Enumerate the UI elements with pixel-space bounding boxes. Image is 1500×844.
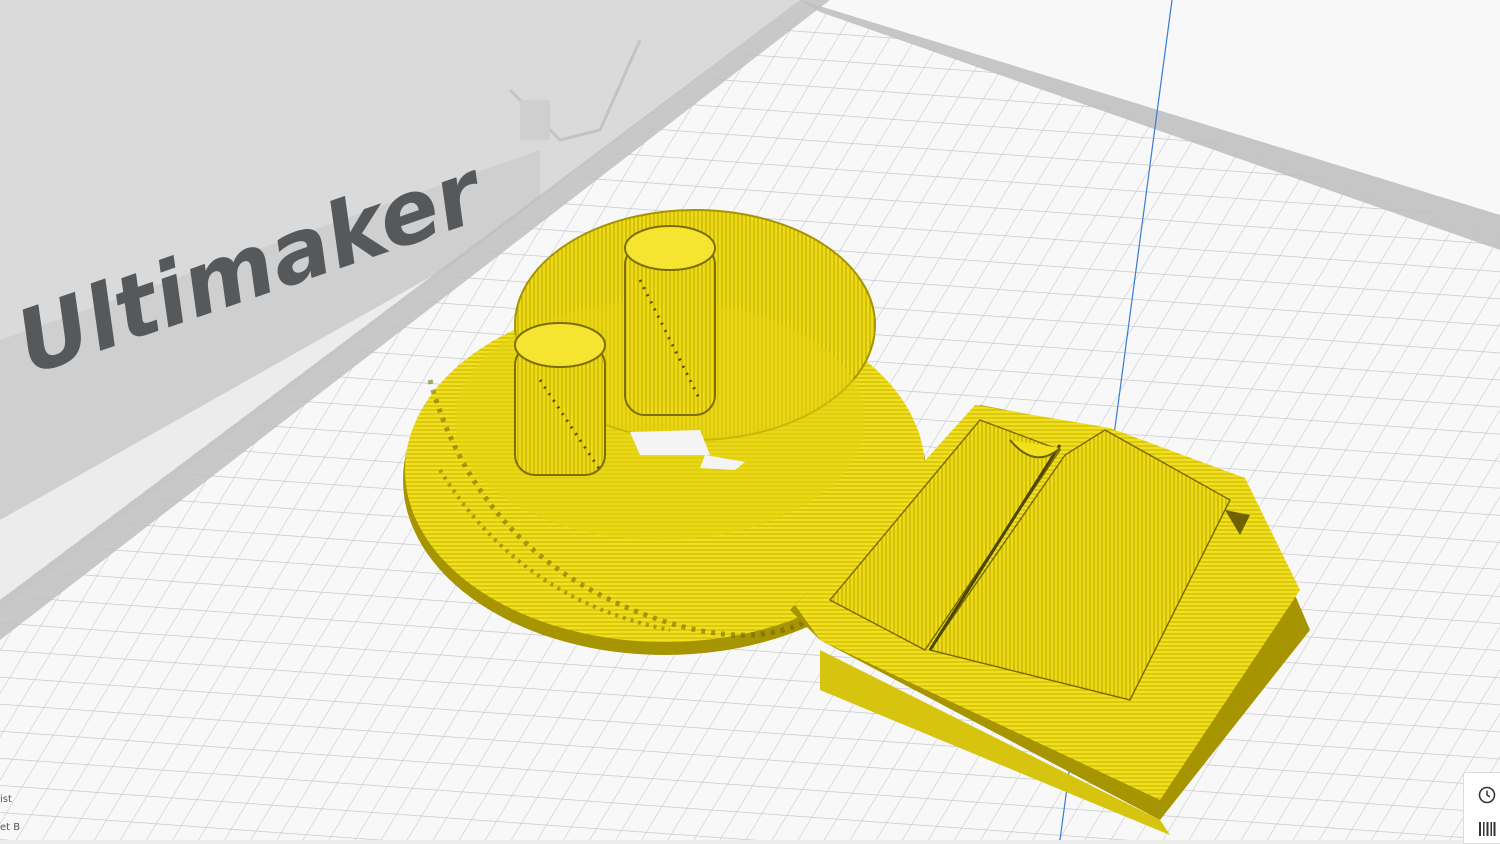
- clock-icon[interactable]: [1478, 786, 1496, 809]
- side-panel-label-top: ist: [0, 794, 12, 805]
- build-plate-viewport[interactable]: Ultimaker: [0, 0, 1500, 840]
- print-info-panel[interactable]: [1463, 772, 1500, 844]
- side-panel-label-bottom: et B: [0, 822, 21, 833]
